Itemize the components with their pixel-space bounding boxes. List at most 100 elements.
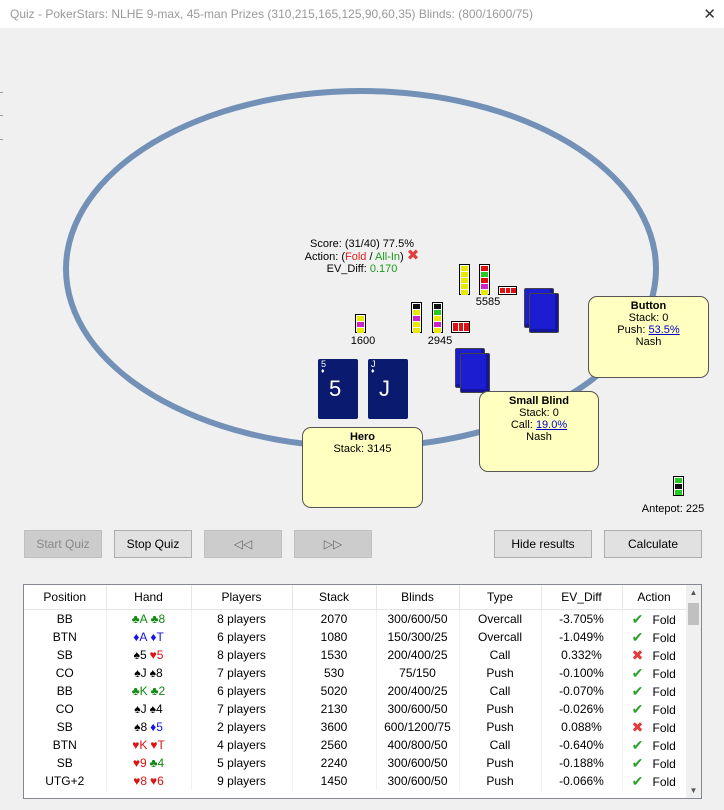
hand-card-1: ♣K	[131, 684, 148, 698]
paren: )	[400, 251, 404, 263]
diamond-icon: ♦	[321, 368, 325, 375]
vertical-scrollbar[interactable]: ▲ ▼	[686, 585, 701, 798]
seat-stack: Stack: 0	[519, 407, 559, 419]
results-table[interactable]: Position Hand Players Stack Blinds Type EV_Dif…	[23, 584, 702, 799]
cell-players: 5 players	[191, 754, 293, 772]
table-row[interactable]: CO ♠J ♠4 7 players 2130 300/600/50 Push -0.026%…	[24, 700, 687, 718]
cell-type: Push	[459, 754, 542, 772]
cell-stack: 5020	[292, 682, 377, 700]
action-text: Fold	[652, 756, 676, 771]
column-header[interactable]: Hand	[106, 585, 192, 610]
cell-position: BTN	[24, 736, 107, 754]
hand-card-1: ♠J	[134, 666, 147, 680]
seat-stack: Stack: 0	[628, 312, 669, 324]
cell-stack: 1450	[292, 772, 377, 790]
cell-action: ✔ Fold	[622, 736, 687, 754]
cell-position: BB	[24, 682, 107, 700]
cell-hand: ♠5 ♥5	[106, 646, 192, 664]
table-row[interactable]: SB ♥9 ♣4 5 players 2240 300/600/50 Push -0.188%…	[24, 754, 687, 772]
checkmark-icon: ✔	[631, 682, 644, 699]
cell-type: Call	[459, 646, 542, 664]
seat-button: Button Stack: 0 Push: 53.5% Nash	[588, 296, 709, 378]
cell-type: Push	[459, 772, 542, 790]
cell-ev-diff: -3.705%	[541, 609, 623, 628]
cell-stack: 1080	[292, 628, 377, 646]
table-row[interactable]: SB ♠8 ♦5 2 players 3600 600/1200/75 Push 0.088%…	[24, 718, 687, 736]
cell-ev-diff: -0.070%	[541, 682, 623, 700]
cell-hand: ♣A ♣8	[106, 609, 192, 628]
seat-small-blind: Small Blind Stack: 0 Call: 19.0% Nash	[479, 391, 599, 472]
edge-line	[0, 139, 3, 140]
window-title: Quiz - PokerStars: NLHE 9-max, 45-man Pr…	[10, 7, 533, 21]
antepot-label: Antepot: 225	[641, 503, 705, 515]
cell-action: ✖ Fold	[622, 646, 687, 664]
previous-button[interactable]: ◁◁	[204, 530, 282, 558]
push-range-link[interactable]: 53.5%	[649, 324, 680, 336]
scrollbar-thumb[interactable]	[688, 603, 699, 625]
cell-action: ✔ Fold	[622, 700, 687, 718]
cell-hand: ♠8 ♦5	[106, 718, 192, 736]
hand-card-2: ♠8	[149, 666, 163, 680]
cell-action: ✔ Fold	[622, 664, 687, 682]
table-row[interactable]: CO ♠J ♠8 7 players 530 75/150 Push -0.100% ✔ Fold	[24, 664, 687, 682]
scroll-up-icon[interactable]: ▲	[686, 585, 701, 600]
table-row[interactable]: BTN ♦A ♦T 6 players 1080 150/300/25 Overcall -1…	[24, 628, 687, 646]
column-header[interactable]: Stack	[292, 585, 377, 610]
cell-blinds: 200/400/25	[376, 682, 460, 700]
score-value: (31/40) 77.5%	[344, 238, 414, 250]
action-text: Fold	[652, 738, 676, 753]
cell-position: CO	[24, 700, 107, 718]
hand-card-2: ♠4	[149, 702, 163, 716]
cell-position: BB	[24, 609, 107, 628]
chip-stack-icon	[451, 321, 470, 333]
call-range-link[interactable]: 19.0%	[536, 419, 567, 431]
action-text: Fold	[652, 648, 676, 663]
cell-type: Push	[459, 664, 542, 682]
cell-players: 9 players	[191, 772, 293, 790]
cell-type: Call	[459, 682, 542, 700]
cell-blinds: 300/600/50	[376, 609, 460, 628]
calculate-button[interactable]: Calculate	[604, 530, 702, 558]
table-row[interactable]: BB ♣K ♣2 6 players 5020 200/400/25 Call -0.070%…	[24, 682, 687, 700]
checkmark-icon: ✔	[631, 736, 644, 753]
hand-card-1: ♥8	[133, 774, 147, 788]
cell-stack: 2240	[292, 754, 377, 772]
start-quiz-button[interactable]: Start Quiz	[24, 530, 102, 558]
cell-blinds: 75/150	[376, 664, 460, 682]
table-row[interactable]: BTN ♥K ♥T 4 players 2560 400/800/50 Call -0.640…	[24, 736, 687, 754]
chip-stack-icon	[498, 286, 517, 295]
cell-position: UTG+2	[24, 772, 107, 790]
column-header[interactable]: Blinds	[376, 585, 460, 610]
card-rank-large: J	[379, 376, 390, 401]
cell-players: 4 players	[191, 736, 293, 754]
column-header[interactable]: EV_Diff	[541, 585, 623, 610]
column-header[interactable]: Players	[191, 585, 293, 610]
column-header[interactable]: Position	[24, 585, 107, 610]
next-button[interactable]: ▷▷	[294, 530, 372, 558]
cell-ev-diff: -0.188%	[541, 754, 623, 772]
cell-hand: ♥9 ♣4	[106, 754, 192, 772]
hide-results-button[interactable]: Hide results	[494, 530, 592, 558]
cell-stack: 1530	[292, 646, 377, 664]
stop-quiz-button[interactable]: Stop Quiz	[114, 530, 192, 558]
cell-type: Call	[459, 736, 542, 754]
table-row[interactable]: BB ♣A ♣8 8 players 2070 300/600/50 Overcall -3.…	[24, 609, 687, 628]
table-row[interactable]: SB ♠5 ♥5 8 players 1530 200/400/25 Call 0.332% ✖…	[24, 646, 687, 664]
cell-players: 7 players	[191, 664, 293, 682]
close-icon[interactable]: ✕	[703, 5, 716, 23]
hand-card-2: ♥6	[150, 774, 164, 788]
hand-card-1: ♦A	[133, 630, 148, 644]
cell-position: BTN	[24, 628, 107, 646]
cell-hand: ♥K ♥T	[106, 736, 192, 754]
hand-card-2: ♦5	[150, 720, 163, 734]
cell-stack: 2130	[292, 700, 377, 718]
pot-label: 2945	[427, 335, 453, 347]
action-text: Fold	[652, 684, 676, 699]
checkmark-icon: ✔	[631, 754, 644, 771]
column-header[interactable]: Type	[459, 585, 542, 610]
scroll-down-icon[interactable]: ▼	[686, 783, 701, 798]
hero-card: J ♦ J	[368, 359, 408, 419]
cell-position: CO	[24, 664, 107, 682]
table-row[interactable]: UTG+2 ♥8 ♥6 9 players 1450 300/600/50 Push -0.0…	[24, 772, 687, 790]
column-header[interactable]: Action	[622, 585, 687, 610]
